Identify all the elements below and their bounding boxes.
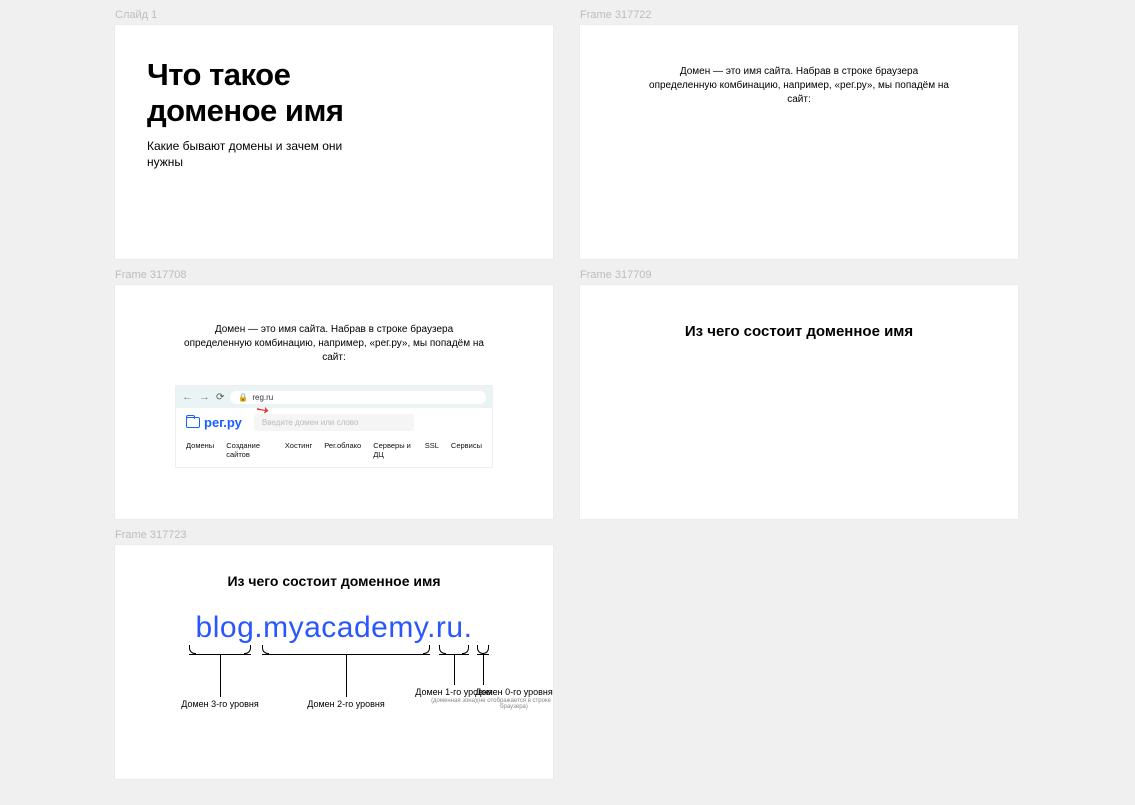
menu-item: Хостинг: [285, 441, 312, 459]
menu-item: Сервисы: [451, 441, 482, 459]
menu-item: SSL: [425, 441, 439, 459]
level2-label: Домен 2-го уровня: [306, 699, 386, 710]
menu-item: Серверы и ДЦ: [373, 441, 413, 459]
reload-icon: ⟳: [216, 392, 224, 403]
site-menu: Домены Создание сайтов Хостинг Рег.облак…: [176, 437, 492, 467]
menu-item: Создание сайтов: [226, 441, 273, 459]
slide4-title: Из чего состоит доменное имя: [580, 323, 1018, 340]
slide1-title: Что такое доменое имя: [147, 57, 521, 128]
frame-317708[interactable]: Домен — это имя сайта. Набрав в строке б…: [115, 285, 553, 519]
level0-label: Домен 0-го уровня (не отображается в стр…: [474, 687, 554, 711]
domain-diagram: Домен 3-го уровня Домен 2-го уровня Доме…: [134, 647, 534, 737]
regru-logo: рег.ру: [186, 415, 242, 430]
frame-label-317709: Frame 317709: [580, 269, 652, 281]
figma-canvas[interactable]: Слайд 1 Что такое доменое имя Какие быва…: [0, 0, 1135, 805]
frame-317709[interactable]: Из чего состоит доменное имя: [580, 285, 1018, 519]
slide3-text: Домен — это имя сайта. Набрав в строке б…: [184, 323, 484, 365]
forward-icon: →: [199, 391, 210, 403]
back-icon: ←: [182, 391, 193, 403]
menu-item: Рег.облако: [324, 441, 361, 459]
menu-item: Домены: [186, 441, 214, 459]
domain-search-box: Введите домен или слово: [254, 414, 414, 431]
frame-label-317723: Frame 317723: [115, 529, 187, 541]
level3-label: Домен 3-го уровня: [180, 699, 260, 710]
frame-label-317722: Frame 317722: [580, 9, 652, 21]
domain-example: blog.myacademy.ru.: [115, 611, 553, 645]
slide1-subtitle: Какие бывают домены и зачем они нужны: [147, 138, 377, 170]
frame-317722[interactable]: Домен — это имя сайта. Набрав в строке б…: [580, 25, 1018, 259]
lock-icon: 🔒: [238, 393, 248, 402]
slide5-title: Из чего состоит доменное имя: [115, 573, 553, 589]
frame-label-317708: Frame 317708: [115, 269, 187, 281]
slide2-text: Домен — это имя сайта. Набрав в строке б…: [649, 65, 949, 107]
frame-slide1[interactable]: Что такое доменое имя Какие бывают домен…: [115, 25, 553, 259]
address-bar: 🔒 reg.ru: [230, 391, 486, 404]
browser-mock: ← → ⟳ 🔒 reg.ru ➘ рег.ру Введите домен ил…: [175, 385, 493, 468]
frame-label-slide1: Слайд 1: [115, 9, 157, 21]
frame-317723[interactable]: Из чего состоит доменное имя blog.myacad…: [115, 545, 553, 779]
browser-toolbar: ← → ⟳ 🔒 reg.ru: [176, 386, 492, 408]
folder-icon: [186, 417, 200, 428]
